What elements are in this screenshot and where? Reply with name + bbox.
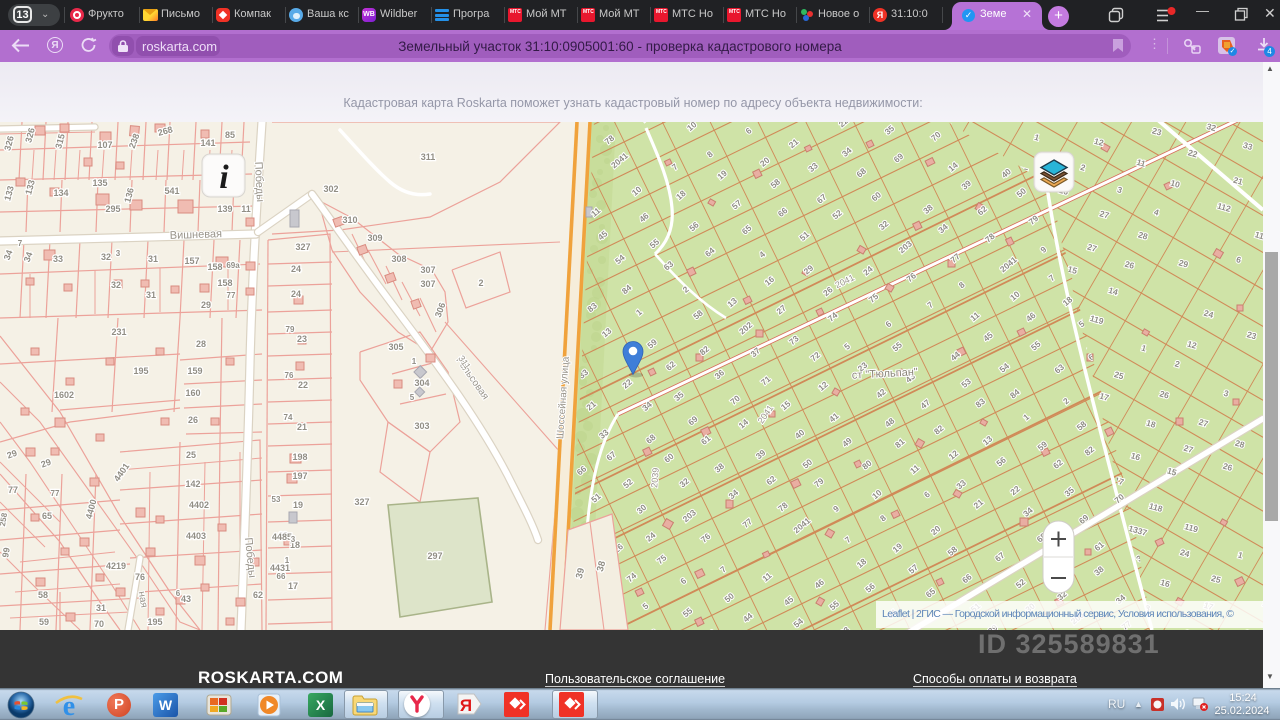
svg-text:69а: 69а (226, 261, 240, 270)
svg-text:4219: 4219 (106, 561, 126, 571)
svg-text:308: 308 (391, 254, 406, 264)
svg-text:303: 303 (414, 421, 429, 431)
svg-text:142: 142 (185, 479, 200, 489)
svg-text:Победы: Победы (252, 161, 266, 202)
svg-text:53: 53 (272, 495, 281, 504)
svg-text:160: 160 (185, 388, 200, 398)
svg-text:302: 302 (323, 184, 338, 194)
svg-text:99: 99 (0, 547, 12, 559)
svg-text:134: 134 (53, 188, 68, 198)
svg-text:24: 24 (291, 264, 301, 274)
svg-text:135: 135 (92, 178, 107, 188)
svg-text:65: 65 (42, 511, 52, 521)
svg-text:31: 31 (96, 603, 106, 613)
svg-text:32: 32 (111, 280, 121, 290)
svg-text:e: e (63, 691, 75, 719)
svg-text:17: 17 (288, 581, 298, 591)
svg-text:195: 195 (147, 617, 162, 627)
svg-text:i: i (219, 159, 229, 196)
svg-text:62: 62 (253, 590, 263, 600)
svg-text:70: 70 (94, 619, 104, 629)
svg-text:304: 304 (414, 378, 429, 388)
svg-text:76: 76 (135, 572, 145, 582)
svg-text:77: 77 (51, 489, 60, 498)
svg-text:139: 139 (217, 204, 232, 214)
svg-text:307: 307 (420, 279, 435, 289)
svg-text:2039: 2039 (649, 467, 661, 488)
svg-text:6: 6 (176, 589, 181, 598)
svg-text:2: 2 (478, 278, 483, 288)
svg-text:1602: 1602 (54, 390, 74, 400)
svg-text:107: 107 (97, 140, 112, 150)
svg-text:310: 310 (342, 215, 357, 225)
svg-text:195: 195 (133, 366, 148, 376)
svg-text:77: 77 (227, 291, 236, 300)
svg-text:3: 3 (116, 249, 121, 258)
svg-text:Вишневая: Вишневая (170, 228, 223, 242)
svg-text:141: 141 (200, 138, 215, 148)
svg-text:327: 327 (295, 242, 310, 252)
svg-text:22: 22 (298, 380, 308, 390)
svg-text:43: 43 (181, 594, 191, 604)
svg-text:541: 541 (164, 186, 179, 196)
svg-text:158: 158 (217, 278, 232, 288)
svg-text:297: 297 (427, 551, 442, 561)
svg-text:76: 76 (285, 371, 294, 380)
svg-text:309: 309 (367, 233, 382, 243)
svg-text:5: 5 (410, 393, 415, 402)
svg-text:4403: 4403 (186, 531, 206, 541)
svg-text:158: 158 (207, 262, 222, 272)
svg-text:305: 305 (388, 342, 403, 352)
svg-text:Leaflet | 2ГИС — Городской инф: Leaflet | 2ГИС — Городской информационны… (882, 608, 1234, 620)
svg-text:77: 77 (8, 485, 18, 495)
svg-text:311: 311 (421, 152, 436, 162)
svg-text:295: 295 (105, 204, 120, 214)
svg-text:159: 159 (187, 366, 202, 376)
svg-text:198: 198 (292, 452, 307, 462)
svg-text:197: 197 (292, 471, 307, 481)
svg-text:4485: 4485 (272, 532, 292, 542)
svg-text:231: 231 (111, 327, 126, 337)
svg-text:19: 19 (293, 500, 303, 510)
svg-text:327: 327 (354, 497, 369, 507)
svg-text:58: 58 (38, 590, 48, 600)
svg-text:29: 29 (201, 300, 211, 310)
svg-text:4402: 4402 (189, 500, 209, 510)
svg-text:1: 1 (285, 556, 290, 565)
svg-text:3: 3 (291, 535, 296, 544)
svg-text:157: 157 (184, 256, 199, 266)
svg-text:31: 31 (148, 254, 158, 264)
svg-text:23: 23 (297, 334, 307, 344)
svg-text:85: 85 (225, 130, 235, 140)
svg-text:59: 59 (39, 617, 49, 627)
svg-text:33: 33 (53, 254, 63, 264)
svg-text:7: 7 (18, 239, 23, 248)
svg-text:31: 31 (146, 290, 156, 300)
svg-text:66: 66 (277, 572, 286, 581)
svg-text:28: 28 (196, 339, 206, 349)
svg-text:11: 11 (241, 204, 251, 214)
svg-text:1: 1 (412, 357, 417, 366)
svg-text:21: 21 (297, 422, 307, 432)
svg-text:24: 24 (291, 289, 301, 299)
svg-text:74: 74 (284, 413, 293, 422)
svg-text:26: 26 (188, 415, 198, 425)
svg-text:307: 307 (420, 265, 435, 275)
svg-text:32: 32 (101, 252, 111, 262)
svg-text:25: 25 (186, 450, 196, 460)
svg-text:Я: Я (460, 696, 472, 715)
svg-text:79: 79 (286, 325, 295, 334)
